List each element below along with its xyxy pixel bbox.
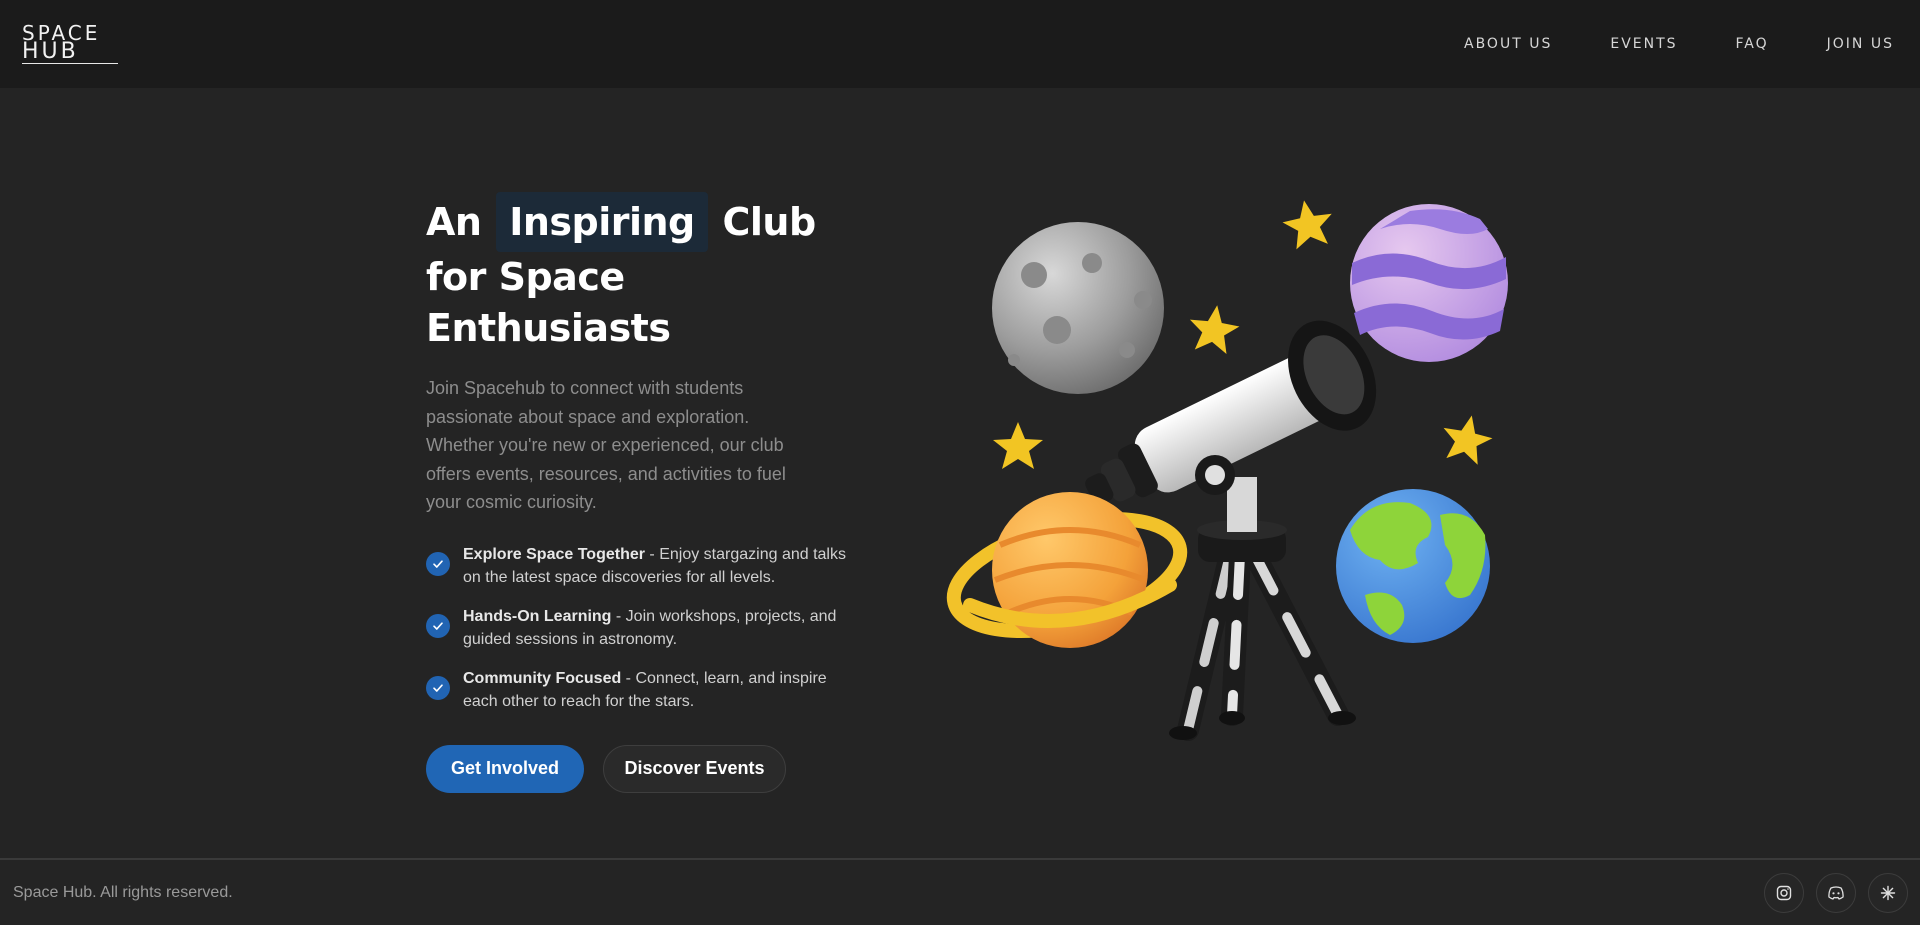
feature-title: Community Focused — [463, 669, 622, 687]
main-nav: ABOUT US EVENTS FAQ JOIN US — [1464, 36, 1894, 52]
site-header: SPACE HUB ABOUT US EVENTS FAQ JOIN US — [0, 0, 1920, 88]
tripod-icon — [1169, 477, 1356, 741]
hero-description: Join Spacehub to connect with students p… — [426, 378, 786, 512]
feature-title: Explore Space Together — [463, 545, 645, 563]
get-involved-button[interactable]: Get Involved — [426, 744, 584, 793]
earth-icon — [1336, 489, 1490, 643]
telescope-planets-illustration — [940, 185, 1530, 755]
feature-text: Community Focused - Connect, learn, and … — [463, 667, 846, 713]
headline-highlight: Inspiring — [496, 192, 708, 252]
illustration-svg — [946, 200, 1508, 741]
nav-join-us[interactable]: JOIN US — [1827, 36, 1894, 52]
headline-line-2: for Space Enthusiasts — [426, 255, 671, 350]
feature-item: Hands-On Learning - Join workshops, proj… — [426, 605, 846, 651]
logo-line-2: HUB — [22, 39, 79, 64]
discover-events-button[interactable]: Discover Events — [603, 744, 786, 793]
headline-word-club: Club — [722, 200, 817, 244]
hero-section: An Inspiring Club for Space Enthusiasts … — [426, 192, 846, 793]
feature-title: Hands-On Learning — [463, 607, 612, 625]
star-icon — [993, 422, 1043, 469]
feature-item: Community Focused - Connect, learn, and … — [426, 667, 846, 713]
ringed-planet-icon — [946, 492, 1188, 648]
headline-word-an: An — [426, 200, 482, 244]
star-icon — [1443, 415, 1493, 465]
check-icon — [426, 551, 450, 576]
feature-text: Explore Space Together - Enjoy stargazin… — [463, 543, 846, 589]
feature-text: Hands-On Learning - Join workshops, proj… — [463, 605, 846, 651]
site-footer: Space Hub. All rights reserved. — [0, 858, 1920, 925]
nav-about-us[interactable]: ABOUT US — [1464, 36, 1552, 52]
feature-list: Explore Space Together - Enjoy stargazin… — [426, 543, 846, 713]
copyright-text: Space Hub. All rights reserved. — [13, 883, 233, 901]
social-links — [1764, 872, 1908, 913]
moon-icon — [992, 222, 1164, 394]
discord-icon[interactable] — [1816, 872, 1856, 913]
feature-item: Explore Space Together - Enjoy stargazin… — [426, 543, 846, 589]
instagram-icon[interactable] — [1764, 872, 1804, 913]
purple-planet-icon — [1350, 204, 1508, 362]
check-icon — [426, 675, 450, 700]
nav-events[interactable]: EVENTS — [1610, 36, 1677, 52]
logo-underline — [22, 63, 118, 64]
star-icon — [1282, 200, 1332, 250]
hero-buttons: Get Involved Discover Events — [426, 744, 846, 793]
check-icon — [426, 613, 450, 638]
hero-headline: An Inspiring Club for Space Enthusiasts — [426, 192, 846, 354]
nav-faq[interactable]: FAQ — [1736, 36, 1769, 52]
star-icon — [1189, 305, 1240, 354]
spacehub-logo[interactable]: SPACE HUB — [22, 22, 142, 66]
spark-icon[interactable] — [1868, 872, 1908, 913]
